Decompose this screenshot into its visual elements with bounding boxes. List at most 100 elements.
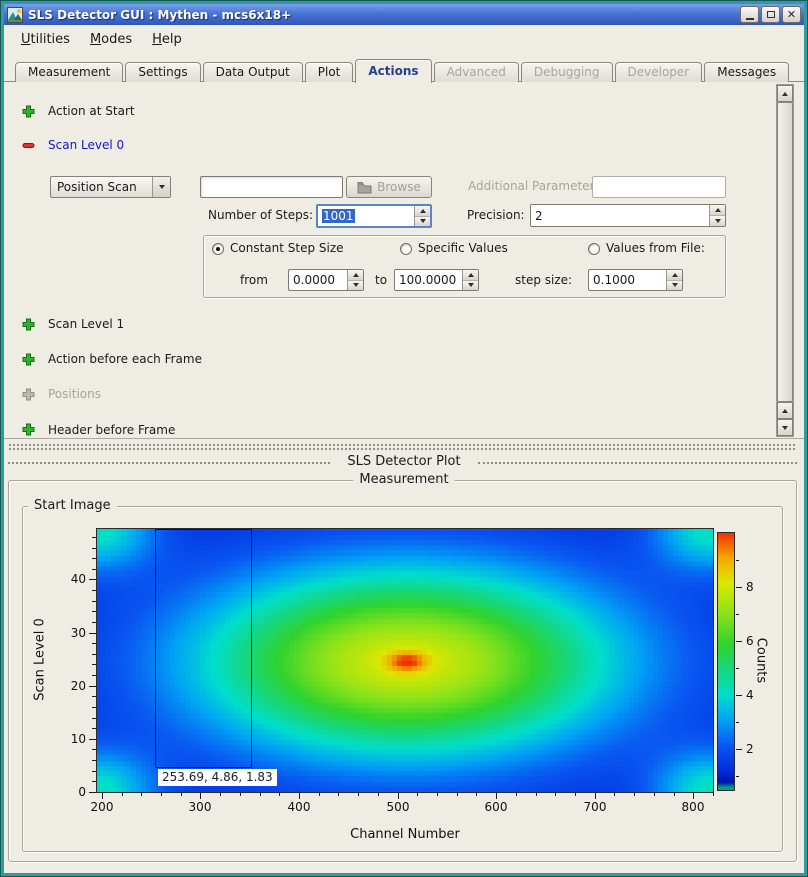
window-controls: ✕ xyxy=(740,6,801,23)
action-before-frame-label: Action before each Frame xyxy=(48,352,202,367)
from-field[interactable]: 0.0000 xyxy=(289,270,347,290)
arrow-down-icon xyxy=(353,283,359,287)
additional-parameter-input xyxy=(592,176,726,198)
scan-mode-value: Position Scan xyxy=(51,180,152,194)
scan-script-input[interactable] xyxy=(200,176,343,198)
spin-down-button[interactable] xyxy=(463,280,478,291)
spin-down-button[interactable] xyxy=(710,215,725,226)
scan-level-0-label[interactable]: Scan Level 0 xyxy=(48,138,124,153)
app-icon xyxy=(7,7,23,23)
spin-buttons xyxy=(414,206,430,226)
from-spinbox[interactable]: 0.0000 xyxy=(288,269,364,291)
maximize-button[interactable] xyxy=(761,6,780,23)
menu-utilities[interactable]: Utilities xyxy=(12,29,79,50)
number-of-steps-field[interactable]: 1001 xyxy=(318,206,414,226)
arrow-up-icon xyxy=(782,409,788,413)
constant-step-size-label[interactable]: Constant Step Size xyxy=(230,241,344,256)
tab-messages[interactable]: Messages xyxy=(704,62,789,82)
tab-measurement[interactable]: Measurement xyxy=(15,62,123,82)
scroll-up-button-2[interactable] xyxy=(777,402,793,419)
plus-icon xyxy=(22,423,35,436)
constant-step-size-radio[interactable] xyxy=(212,243,224,255)
arrow-up-icon xyxy=(420,209,426,213)
values-from-file-radio[interactable] xyxy=(588,243,600,255)
expand-action-before-frame-button[interactable] xyxy=(22,353,35,366)
spin-buttons xyxy=(709,205,725,226)
scroll-down-button[interactable] xyxy=(777,419,793,436)
scrollbar-thumb[interactable] xyxy=(777,102,793,402)
spin-down-button[interactable] xyxy=(667,280,682,291)
spin-up-button[interactable] xyxy=(710,205,725,215)
splitter-handle[interactable] xyxy=(8,443,797,452)
precision-field[interactable]: 2 xyxy=(531,205,709,226)
actions-panel: Action at Start Scan Level 0 Position Sc… xyxy=(4,82,775,439)
expand-scan-level-1-button[interactable] xyxy=(22,318,35,331)
to-field[interactable]: 100.0000 xyxy=(395,270,462,290)
scan-mode-combobox[interactable]: Position Scan xyxy=(50,176,171,198)
spin-up-button[interactable] xyxy=(667,270,682,280)
spin-down-button[interactable] xyxy=(348,280,363,291)
tab-settings[interactable]: Settings xyxy=(125,62,200,82)
actions-panel-scrollbar[interactable] xyxy=(776,84,794,437)
measurement-legend: Measurement xyxy=(353,472,454,487)
step-size-label: step size: xyxy=(515,273,572,288)
minimize-icon xyxy=(746,18,754,20)
precision-label: Precision: xyxy=(467,208,525,223)
close-button[interactable]: ✕ xyxy=(782,6,801,23)
tab-debugging: Debugging xyxy=(521,62,613,82)
number-of-steps-label: Number of Steps: xyxy=(205,208,313,223)
minimize-button[interactable] xyxy=(740,6,759,23)
scroll-up-button[interactable] xyxy=(777,85,793,102)
number-of-steps-spinbox[interactable]: 1001 xyxy=(316,204,432,228)
arrow-down-icon xyxy=(715,219,721,223)
expand-header-before-frame-button[interactable] xyxy=(22,423,35,436)
additional-parameter-label: Additional Parameter: xyxy=(468,179,588,194)
tab-bar: Measurement Settings Data Output Plot Ac… xyxy=(4,55,804,82)
arrow-up-icon xyxy=(782,92,788,96)
combo-dropdown-button[interactable] xyxy=(152,177,170,197)
plus-icon xyxy=(22,105,35,118)
folder-icon xyxy=(357,181,372,194)
to-spinbox[interactable]: 100.0000 xyxy=(394,269,479,291)
arrow-up-icon xyxy=(353,273,359,277)
tab-actions[interactable]: Actions xyxy=(355,59,431,83)
from-label: from xyxy=(240,273,268,288)
collapse-scan-level-0-button[interactable] xyxy=(22,139,35,152)
values-from-file-label[interactable]: Values from File: xyxy=(606,241,705,256)
plus-icon-disabled xyxy=(22,388,35,401)
arrow-down-icon xyxy=(420,219,426,223)
plus-icon xyxy=(22,318,35,331)
step-size-field[interactable]: 0.1000 xyxy=(589,270,666,290)
arrow-up-icon xyxy=(715,208,721,212)
spin-up-button[interactable] xyxy=(463,270,478,280)
tab-advanced: Advanced xyxy=(434,62,519,82)
to-label: to xyxy=(375,273,387,288)
start-image-legend: Start Image xyxy=(28,498,117,513)
arrow-down-icon xyxy=(782,426,788,430)
spin-up-button[interactable] xyxy=(415,206,430,216)
menu-help[interactable]: Help xyxy=(143,29,191,50)
header-before-frame-label: Header before Frame xyxy=(48,423,175,438)
specific-values-radio[interactable] xyxy=(400,243,412,255)
title-bar[interactable]: SLS Detector GUI : Mythen - mcs6x18+ ✕ xyxy=(4,4,804,25)
tab-developer: Developer xyxy=(615,62,703,82)
plus-icon xyxy=(22,353,35,366)
action-at-start-label: Action at Start xyxy=(48,104,135,119)
tab-plot[interactable]: Plot xyxy=(305,62,354,82)
step-size-spinbox[interactable]: 0.1000 xyxy=(588,269,683,291)
menu-bar: Utilities Modes Help xyxy=(4,25,804,53)
scan-level-1-label: Scan Level 1 xyxy=(48,317,124,332)
zoom-rubberband[interactable] xyxy=(155,529,252,768)
precision-spinbox[interactable]: 2 xyxy=(530,204,726,227)
x-axis-title: Channel Number xyxy=(325,827,485,842)
specific-values-label[interactable]: Specific Values xyxy=(418,241,508,256)
expand-action-at-start-button[interactable] xyxy=(22,105,35,118)
tab-data-output[interactable]: Data Output xyxy=(203,62,303,82)
spin-buttons xyxy=(666,270,682,290)
spin-up-button[interactable] xyxy=(348,270,363,280)
spin-down-button[interactable] xyxy=(415,216,430,227)
selected-text: 1001 xyxy=(322,209,355,223)
menu-modes[interactable]: Modes xyxy=(81,29,141,50)
maximize-icon xyxy=(767,11,775,18)
dock-title-rule-left xyxy=(8,462,330,464)
